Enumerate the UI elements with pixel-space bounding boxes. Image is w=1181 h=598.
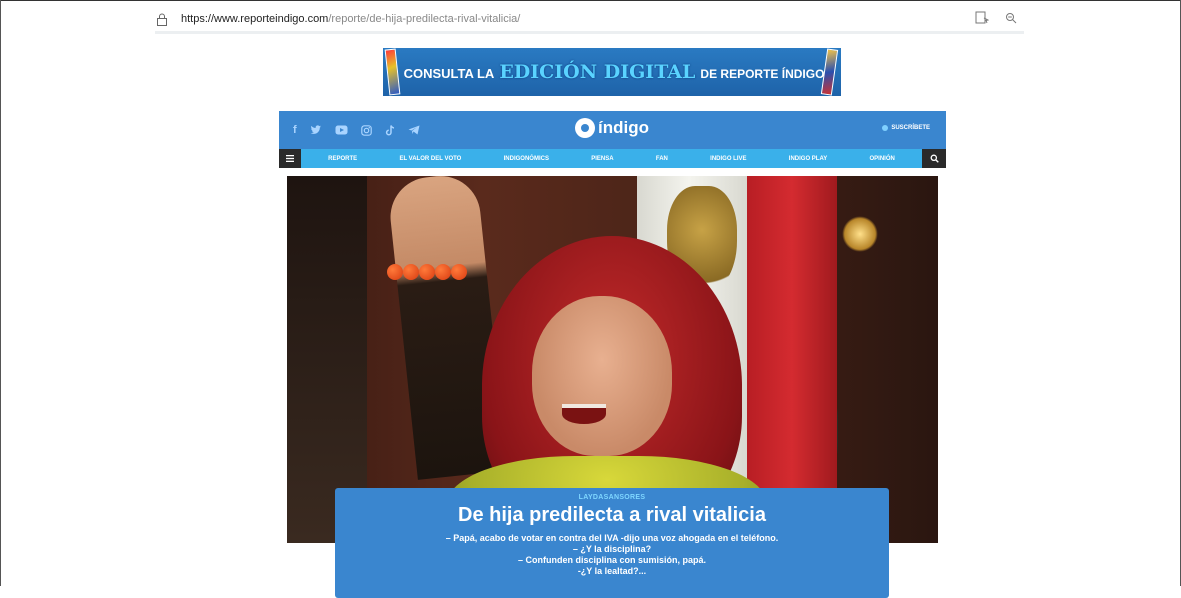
bracelet-graphic bbox=[387, 264, 467, 284]
address-bar-divider bbox=[155, 31, 1024, 34]
banner-text-1: CONSULTA LA bbox=[403, 66, 495, 81]
site-header: f índigo SUSCRÍBETE bbox=[279, 111, 946, 149]
nav-item-indigo-live[interactable]: INDIGO LIVE bbox=[710, 156, 746, 162]
site-logo[interactable]: índigo bbox=[575, 118, 649, 138]
banner-text-3: DE REPORTE ÍNDIGO bbox=[700, 67, 825, 81]
article-excerpt: – Papá, acabo de votar en contra del IVA… bbox=[335, 533, 889, 577]
logo-mark-icon bbox=[575, 118, 595, 138]
tiktok-icon[interactable] bbox=[385, 123, 395, 137]
nav-item-reporte[interactable]: REPORTE bbox=[328, 156, 357, 162]
address-bar[interactable]: https://www.reporteindigo.com/reporte/de… bbox=[155, 6, 1025, 32]
subscribe-label: SUSCRÍBETE bbox=[891, 125, 930, 131]
url-text[interactable]: https://www.reporteindigo.com/reporte/de… bbox=[181, 13, 520, 25]
window-top-border bbox=[0, 0, 1181, 1]
article-caption-card[interactable]: LAYDASANSORES De hija predilecta a rival… bbox=[335, 488, 889, 598]
subscribe-link[interactable]: SUSCRÍBETE bbox=[882, 125, 930, 131]
facebook-icon[interactable]: f bbox=[293, 123, 297, 137]
excerpt-line: – Papá, acabo de votar en contra del IVA… bbox=[445, 533, 779, 543]
nav-item-fan[interactable]: FAN bbox=[656, 156, 668, 162]
banner-text-2: EDICIÓN DIGITAL bbox=[499, 61, 696, 83]
subscribe-icon bbox=[882, 125, 889, 131]
twitter-icon[interactable] bbox=[310, 123, 322, 137]
digital-edition-banner[interactable]: CONSULTA LA EDICIÓN DIGITAL DE REPORTE Í… bbox=[383, 48, 841, 96]
nav-item-opinion[interactable]: OPINIÓN bbox=[870, 156, 895, 162]
window-left-border bbox=[0, 0, 1, 586]
excerpt-line: – Confunden disciplina con sumisión, pap… bbox=[517, 555, 707, 565]
lock-icon[interactable] bbox=[155, 12, 169, 26]
url-path: /reporte/de-hija-predilecta-rival-vitali… bbox=[328, 13, 521, 25]
nav-item-piensa[interactable]: PIENSA bbox=[591, 156, 613, 162]
youtube-icon[interactable] bbox=[335, 123, 348, 137]
social-links: f bbox=[293, 123, 420, 137]
magazine-cover-right bbox=[821, 48, 839, 96]
url-host: https://www.reporteindigo.com bbox=[181, 13, 329, 25]
magazine-cover-left bbox=[384, 48, 400, 96]
main-nav: REPORTE EL VALOR DEL VOTO INDIGONÓMICS P… bbox=[279, 149, 946, 168]
person-face-graphic bbox=[532, 296, 672, 456]
instagram-icon[interactable] bbox=[360, 123, 372, 137]
nav-item-indigonomics[interactable]: INDIGONÓMICS bbox=[504, 156, 549, 162]
nav-item-el-valor-del-voto[interactable]: EL VALOR DEL VOTO bbox=[399, 156, 461, 162]
zoom-icon[interactable] bbox=[1005, 11, 1017, 24]
logo-text: índigo bbox=[598, 118, 649, 137]
lamp-graphic bbox=[842, 216, 878, 252]
article-category[interactable]: LAYDASANSORES bbox=[335, 494, 889, 501]
search-icon[interactable] bbox=[922, 149, 946, 168]
hamburger-menu-icon[interactable] bbox=[279, 149, 301, 168]
telegram-icon[interactable] bbox=[408, 123, 420, 137]
nav-item-indigo-play[interactable]: INDIGO PLAY bbox=[789, 156, 827, 162]
excerpt-line: -¿Y la lealtad?... bbox=[577, 566, 647, 576]
excerpt-line: – ¿Y la disciplina? bbox=[572, 544, 652, 554]
article-title[interactable]: De hija predilecta a rival vitalicia bbox=[335, 504, 889, 527]
immersive-reader-icon[interactable] bbox=[975, 11, 989, 24]
